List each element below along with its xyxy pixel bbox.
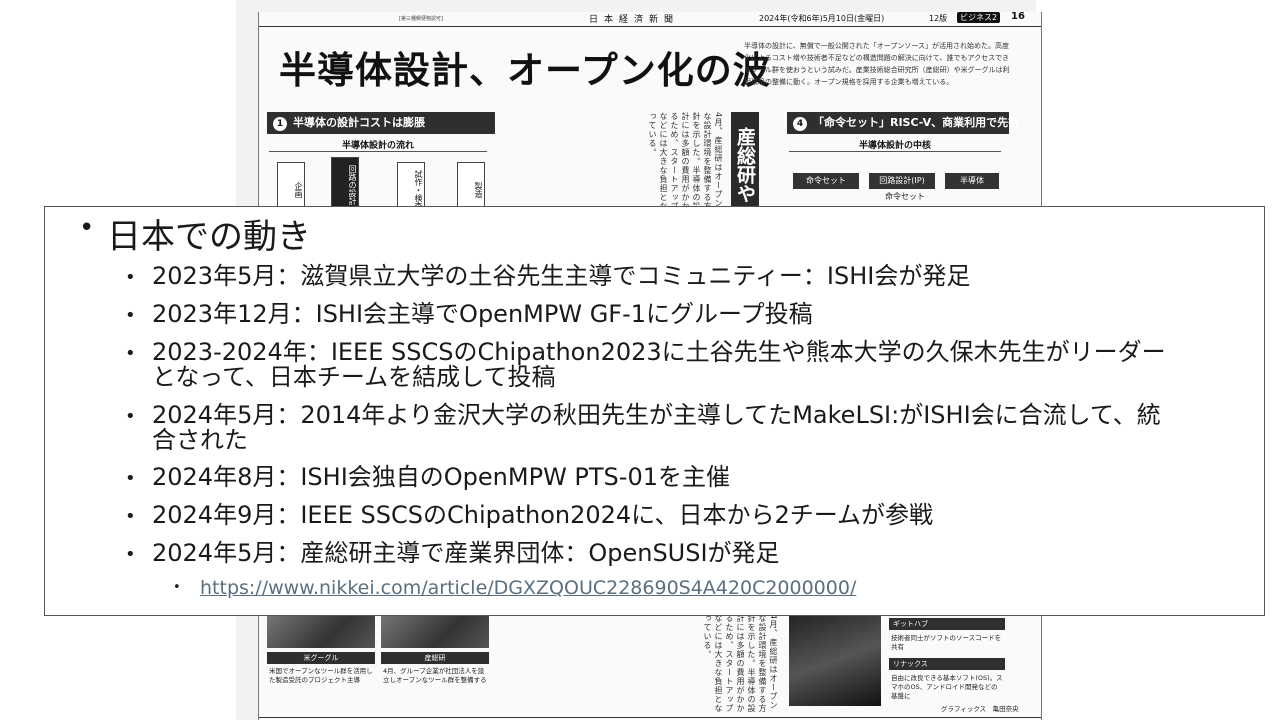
photo2-caption: 4月、グループ企業が社団法人を設立しオープンなツール群を整備する [383,667,487,684]
bullet-dot: • [79,213,95,243]
term2-text: 自由に改良できる基本ソフト(OS)。スマホのOS、アンドロイド開発などの基盤に [891,674,1003,700]
term1-text: 技術者同士がソフトのソースコードを共有 [891,634,1002,651]
newspaper-name: 日本経済新聞 [589,15,680,25]
photo1-caption: 米国でオープンなツール群を活用した製造受託のプロジェクト主導 [269,667,373,684]
article-lead: 半導体の設計に、無償で一般公開された「オープンソース」が活用され始めた。高度化に… [744,42,1010,86]
timeline-text: 2024年8月：ISHI会独自のOpenMPW PTS-01を主催 [152,463,730,491]
box4-title-bar: 4 「命令セット」RISC-V、商業利用で先行 [787,112,1019,134]
timeline-text: 2023年12月：ISHI会主導でOpenMPW GF-1にグループ投稿 [152,300,813,328]
bullet-dot: • [125,267,136,288]
box1-number: 1 [273,117,287,131]
newspaper-edition: 12版 [929,14,948,23]
code-screen-photo [789,614,881,706]
term1-tag: ギットハブ [889,618,1005,630]
timeline-item: • 2023年5月：滋賀県立大学の土谷先生主導でコミュニティー：ISHI会が発足 [125,264,970,289]
timeline-item: • 2023年12月：ISHI会主導でOpenMPW GF-1にグループ投稿 [125,302,813,327]
box4-title: 「命令セット」RISC-V、商業利用で先行 [813,116,1020,129]
box4-number: 4 [793,117,807,131]
box4-subtitle: 半導体設計の中核 [789,138,1001,152]
article-headline: 半導体設計、オープン化の波 [279,48,771,92]
masthead-note: [第三種郵便物認可] [399,16,443,22]
box1-title: 半導体の設計コストは膨脹 [293,116,425,129]
timeline-item: • 2024年5月：産総研主導で産業界団体：OpenSUSIが発足 [125,541,780,566]
timeline-text: 2023-2024年：IEEE SSCSのChipathon2023に土谷先生や… [152,338,1166,366]
slide-text-panel: • 日本での動き • 2023年5月：滋賀県立大学の土谷先生主導でコミュニティー：… [44,206,1265,616]
slide-heading-bullet: • 日本での動き [79,209,311,258]
article-body-column: 4月、産総研はオープンな設計環境を整備する方針を示した。半導体の設計には多額の費… [648,112,723,211]
aist-photo [381,614,489,648]
box1-subtitle: 半導体設計の流れ [269,138,487,152]
bullet-dot: • [125,544,136,565]
newspaper-section-badge: ビジネス2 [957,12,1001,23]
box4-col-isa: 命令セット [793,173,859,189]
box1-title-bar: 1 半導体の設計コストは膨脹 [267,112,495,134]
flow-step-circuit-design: 回路の設計 [331,157,359,213]
graphic-credit: グラフィックス 亀田奈央 [941,705,1019,713]
timeline-text: 2024年5月：産総研主導で産業界団体：OpenSUSIが発足 [152,539,780,567]
timeline-text: 2024年5月：2014年より金沢大学の秋田先生が主導してたMakeLSI:がI… [152,401,1161,429]
newspaper-masthead: [第三種郵便物認可] 日本経済新聞 2024年(令和6年)5月10日(金曜日) … [259,12,1041,26]
bullet-dot: • [125,506,136,527]
timeline-item: • 2023-2024年：IEEE SSCSのChipathon2023に土谷先… [125,340,1166,390]
bullet-dot: • [173,580,181,595]
timeline-item: • 2024年5月：2014年より金沢大学の秋田先生が主導してたMakeLSI:… [125,403,1161,453]
box4-col-chip: 半導体 [945,173,999,189]
article-body-column-lower: 4月、産総研はオープンな設計環境を整備する方針を示した。半導体の設計には多額の費… [703,614,778,713]
nikkei-article-link[interactable]: https://www.nikkei.com/article/DGXZQOUC2… [200,577,856,599]
masthead-rule [259,26,1041,27]
photo1-tag: 米グーグル [267,652,375,664]
term2-tag: リナックス [889,658,1005,670]
bullet-dot: • [125,305,136,326]
source-link-item: • https://www.nikkei.com/article/DGXZQOUC… [173,577,856,599]
bullet-dot: • [125,468,136,489]
bullet-dot: • [125,406,136,427]
bottom-rule [259,717,1041,718]
box4-col-ip: 回路設計(IP) [869,173,935,189]
column-heading: 産総研や [731,112,759,217]
timeline-text: 2024年9月：IEEE SSCSのChipathon2024に、日本から2チー… [152,501,934,529]
timeline-item: • 2024年8月：ISHI会独自のOpenMPW PTS-01を主催 [125,465,730,490]
timeline-item: • 2024年9月：IEEE SSCSのChipathon2024に、日本から2… [125,503,933,528]
slide-heading: 日本での動き [107,217,311,257]
newspaper-date: 2024年(令和6年)5月10日(金曜日) [759,14,885,23]
timeline-text-continuation: 合された [152,426,248,454]
photo2-tag: 産総研 [381,652,489,664]
timeline-text: 2023年5月：滋賀県立大学の土谷先生主導でコミュニティー：ISHI会が発足 [152,262,971,290]
newspaper-page-number: 16 [1011,12,1025,22]
bullet-dot: • [125,343,136,364]
google-photo [267,614,375,648]
timeline-text-continuation: となって、日本チームを結成して投稿 [152,363,556,391]
box4-cell-label: 命令セット [885,192,925,201]
